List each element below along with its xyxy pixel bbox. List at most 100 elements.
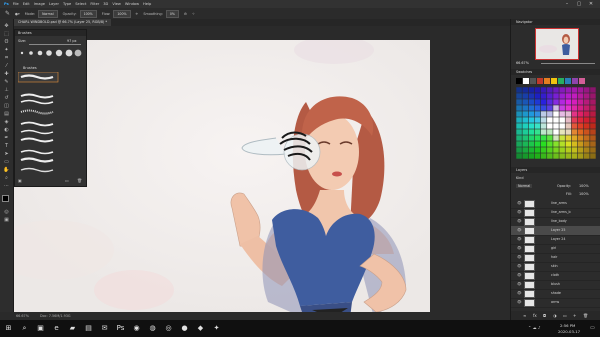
brush-stroke-list[interactable] <box>17 71 78 176</box>
fx-icon[interactable]: fx <box>533 313 537 318</box>
menu-view[interactable]: View <box>112 2 121 6</box>
layers-title[interactable]: Layers <box>516 168 527 172</box>
menu-help[interactable]: Help <box>143 2 151 6</box>
navigator-title[interactable]: Navigator <box>516 20 533 24</box>
file-explorer-icon[interactable]: ▰ <box>68 323 77 333</box>
visibility-eye-icon[interactable]: 👁 <box>517 246 522 250</box>
layer-row[interactable]: 👁 arms <box>511 298 600 308</box>
zoom-tool-icon[interactable]: ⌕ <box>3 175 10 181</box>
navigator-zoom-slider[interactable] <box>541 63 595 64</box>
layers-opacity-value[interactable]: 100% <box>579 184 589 188</box>
delete-layer-icon[interactable]: 🗑 <box>583 313 588 318</box>
search-icon[interactable]: ⌕ <box>20 323 29 333</box>
navigator-preview[interactable] <box>535 28 579 60</box>
eraser-icon[interactable]: ◫ <box>3 103 10 109</box>
swatch-row[interactable] <box>516 78 596 85</box>
menu-window[interactable]: Window <box>125 2 139 6</box>
taskbar-time[interactable]: 2:56 PM <box>560 323 575 328</box>
app-icon-3[interactable]: ◎ <box>164 323 173 333</box>
mail-icon[interactable]: ✉ <box>100 323 109 333</box>
brush-tool-icon-active[interactable]: ✎ <box>3 79 10 85</box>
brush-tool-icon[interactable]: ✎ <box>5 10 10 17</box>
adjustment-icon[interactable]: ◑ <box>553 313 557 318</box>
brush-size-value[interactable]: 97 px <box>67 39 77 43</box>
healing-brush-icon[interactable]: ✚ <box>3 71 10 77</box>
brush-group-label[interactable]: Brushes <box>23 66 37 70</box>
airbrush-icon[interactable]: ✈ <box>136 12 139 16</box>
magic-wand-icon[interactable]: ✦ <box>3 47 10 53</box>
menu-file[interactable]: File <box>13 2 19 6</box>
taskbar-date[interactable]: 2020-03-17 <box>558 329 580 334</box>
lasso-tool-icon[interactable]: ʘ <box>3 39 10 45</box>
screen-mode-icon[interactable]: ▣ <box>3 217 10 223</box>
menu-select[interactable]: Select <box>75 2 86 6</box>
brush-preset-picker[interactable]: ●▾ <box>15 12 20 16</box>
minimize-icon[interactable]: – <box>562 0 572 8</box>
clone-stamp-icon[interactable]: ⊥ <box>3 87 10 93</box>
eyedropper-icon[interactable]: ⁄ <box>3 63 10 69</box>
layers-blend-mode[interactable]: Normal <box>516 184 533 188</box>
menu-image[interactable]: Image <box>34 2 45 6</box>
windows-start-icon[interactable]: ⊞ <box>4 323 13 333</box>
swatches-title[interactable]: Swatches <box>516 70 532 74</box>
new-brush-icon[interactable]: ▣ <box>18 178 22 183</box>
visibility-eye-icon[interactable]: 👁 <box>517 237 522 241</box>
visibility-eye-icon[interactable]: 👁 <box>517 291 522 295</box>
app-icon-1[interactable]: ◉ <box>132 323 141 333</box>
new-group-icon[interactable]: ▭ <box>65 178 69 183</box>
maximize-icon[interactable]: ▢ <box>574 0 584 8</box>
dodge-tool-icon[interactable]: ◐ <box>3 127 10 133</box>
layers-fill-value[interactable]: 100% <box>579 192 589 196</box>
visibility-eye-icon[interactable]: 👁 <box>517 273 522 277</box>
new-layer-icon[interactable]: + <box>573 313 576 318</box>
visibility-eye-icon[interactable]: 👁 <box>517 201 522 205</box>
hand-tool-icon[interactable]: ✋ <box>3 167 10 173</box>
symmetry-icon[interactable]: ⊹ <box>192 12 195 16</box>
menu-layer[interactable]: Layer <box>49 2 59 6</box>
app-icon-6[interactable]: ✦ <box>212 323 221 333</box>
move-tool-icon[interactable]: ✥ <box>3 23 10 29</box>
brush-size-slider[interactable] <box>29 44 81 45</box>
smoothing-field[interactable]: 0% <box>165 9 179 18</box>
visibility-eye-icon[interactable]: 👁 <box>517 255 522 259</box>
marquee-tool-icon[interactable]: ⬚ <box>3 31 10 37</box>
navigator-zoom-value[interactable]: 66.67% <box>516 61 529 65</box>
ps-logo[interactable]: Ps <box>4 2 9 6</box>
opacity-field[interactable]: 100% <box>79 9 97 18</box>
pen-tool-icon[interactable]: ✒ <box>3 135 10 141</box>
brushes-panel-title[interactable]: Brushes <box>18 31 32 35</box>
blur-tool-icon[interactable]: ◈ <box>3 119 10 125</box>
color-wheel-swatches[interactable] <box>516 87 596 159</box>
menu-edit[interactable]: Edit <box>23 2 30 6</box>
gradient-tool-icon[interactable]: ▤ <box>3 111 10 117</box>
visibility-eye-icon[interactable]: 👁 <box>517 210 522 214</box>
app-icon-4[interactable]: ● <box>180 323 189 333</box>
menu-3d[interactable]: 3D <box>103 2 108 6</box>
path-select-icon[interactable]: ➤ <box>3 151 10 157</box>
visibility-eye-icon[interactable]: 👁 <box>517 228 522 232</box>
folder-icon[interactable]: ▭ <box>563 313 567 318</box>
mask-icon[interactable]: ◘ <box>543 313 546 318</box>
trash-icon[interactable]: 🗑 <box>77 178 82 183</box>
menu-type[interactable]: Type <box>63 2 71 6</box>
task-view-icon[interactable]: ▣ <box>36 323 45 333</box>
mode-select[interactable]: Normal <box>38 9 58 18</box>
visibility-eye-icon[interactable]: 👁 <box>517 282 522 286</box>
gear-icon[interactable]: ⚙ <box>184 12 187 16</box>
edge-icon[interactable]: e <box>52 323 61 333</box>
visibility-eye-icon[interactable]: 👁 <box>517 300 522 304</box>
notification-icon[interactable]: ▭ <box>590 325 595 331</box>
shape-tool-icon[interactable]: ▭ <box>3 159 10 165</box>
app-icon-5[interactable]: ◆ <box>196 323 205 333</box>
visibility-eye-icon[interactable]: 👁 <box>517 219 522 223</box>
close-icon[interactable]: ✕ <box>586 0 596 8</box>
link-layers-icon[interactable]: ∞ <box>523 313 526 318</box>
status-zoom[interactable]: 66.67% <box>16 314 29 318</box>
quick-mask-icon[interactable]: ◎ <box>3 209 10 215</box>
menu-filter[interactable]: Filter <box>90 2 99 6</box>
photoshop-taskbar-icon[interactable]: Ps <box>116 323 125 333</box>
more-tools-icon[interactable]: ⋯ <box>3 183 10 189</box>
document-tab[interactable]: CHARL WINDBOLD.psd @ 66.7% (Layer 25, RG… <box>14 19 112 26</box>
flow-field[interactable]: 100% <box>113 9 131 18</box>
store-icon[interactable]: ▤ <box>84 323 93 333</box>
